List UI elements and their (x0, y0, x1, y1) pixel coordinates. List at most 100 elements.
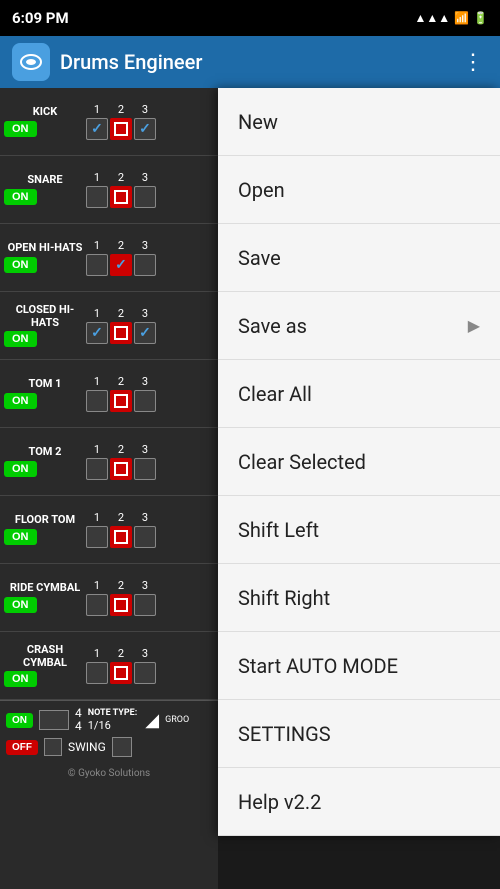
openhihat-beat-3[interactable] (134, 254, 156, 276)
save-as-arrow: ▶ (468, 316, 480, 335)
menu-item-save[interactable]: Save (218, 224, 500, 292)
ridecymbal-beat-3[interactable] (134, 594, 156, 616)
snare-beat-2[interactable] (110, 186, 132, 208)
tom1-beat-1[interactable] (86, 390, 108, 412)
app-logo (12, 43, 50, 81)
beat-num: 2 (110, 239, 132, 252)
menu-item-settings-label: SETTINGS (238, 722, 331, 746)
beat-num: 2 (110, 103, 132, 116)
drum-row-ride-cymbal: RIDE CYMBAL ON 1 2 3 (0, 564, 218, 632)
kick-name: KICK (4, 106, 86, 118)
crashcymbal-beat-1[interactable] (86, 662, 108, 684)
drum-row-tom2: TOM 2 ON 1 2 3 (0, 428, 218, 496)
snare-beat-1[interactable] (86, 186, 108, 208)
drum-label-kick: KICK ON (4, 106, 86, 136)
tom2-beat-1[interactable] (86, 458, 108, 480)
drum-label-tom2: TOM 2 ON (4, 446, 86, 476)
beat-num: 3 (134, 103, 156, 116)
tom1-beat-3[interactable] (134, 390, 156, 412)
battery-icon: 🔋 (473, 11, 488, 25)
openhihat-beat-1[interactable] (86, 254, 108, 276)
time-sig-bottom: 4 (75, 720, 82, 733)
ride-cymbal-on-button[interactable]: ON (4, 597, 37, 613)
swing-value-checkbox[interactable] (112, 737, 132, 757)
closedhihat-beat-1[interactable]: ✓ (86, 322, 108, 344)
tom2-on-button[interactable]: ON (4, 461, 37, 477)
closedhihat-beat-2[interactable] (110, 322, 132, 344)
menu-item-settings[interactable]: SETTINGS (218, 700, 500, 768)
bottom-controls: ON 4 4 NOTE TYPE: 1/16 ◢ GROO OFF SWING (0, 700, 218, 784)
ridecymbal-beat-1[interactable] (86, 594, 108, 616)
closed-hihats-name: CLOSED HI-HATS (4, 304, 86, 328)
kick-beat-3[interactable]: ✓ (134, 118, 156, 140)
menu-item-clear-all[interactable]: Clear All (218, 360, 500, 428)
swing-row: OFF SWING (6, 737, 212, 757)
ridecymbal-beat-2[interactable] (110, 594, 132, 616)
menu-item-save-as[interactable]: Save as ▶ (218, 292, 500, 360)
beat-num: 3 (134, 307, 156, 320)
note-type-label: NOTE TYPE: (88, 708, 138, 718)
status-bar: 6:09 PM ▲▲▲ 📶 🔋 (0, 0, 500, 36)
menu-item-new[interactable]: New (218, 88, 500, 156)
menu-item-open-label: Open (238, 178, 285, 202)
dropdown-menu: New Open Save Save as ▶ Clear All Clear … (218, 88, 500, 836)
playback-off-button[interactable]: OFF (6, 740, 38, 755)
ride-cymbal-beats: 1 2 3 (86, 579, 214, 616)
beat-num: 3 (134, 239, 156, 252)
menu-item-help[interactable]: Help v2.2 (218, 768, 500, 836)
floor-tom-on-button[interactable]: ON (4, 529, 37, 545)
beat-num: 1 (86, 307, 108, 320)
floortom-beat-3[interactable] (134, 526, 156, 548)
drum-label-closed-hihats: CLOSED HI-HATS ON (4, 304, 86, 346)
menu-item-clear-selected[interactable]: Clear Selected (218, 428, 500, 496)
menu-item-shift-left[interactable]: Shift Left (218, 496, 500, 564)
drum-label-crash-cymbal: CRASH CYMBAL ON (4, 644, 86, 686)
crash-cymbal-on-button[interactable]: ON (4, 671, 37, 687)
drum-label-ride-cymbal: RIDE CYMBAL ON (4, 582, 86, 612)
floortom-beat-2[interactable] (110, 526, 132, 548)
crash-cymbal-name: CRASH CYMBAL (4, 644, 86, 668)
note-type-value: 1/16 (88, 719, 111, 732)
menu-item-open[interactable]: Open (218, 156, 500, 224)
floor-tom-name: FLOOR TOM (4, 514, 86, 526)
playback-on-button[interactable]: ON (6, 713, 33, 728)
floortom-beat-1[interactable] (86, 526, 108, 548)
snare-beat-3[interactable] (134, 186, 156, 208)
drum-label-floor-tom: FLOOR TOM ON (4, 514, 86, 544)
closed-hihats-on-button[interactable]: ON (4, 331, 37, 347)
snare-name: SNARE (4, 174, 86, 186)
tom2-beats: 1 2 3 (86, 443, 214, 480)
copyright-area: © Gyoko Solutions (6, 761, 212, 780)
drum-label-tom1: TOM 1 ON (4, 378, 86, 408)
tom2-beat-3[interactable] (134, 458, 156, 480)
crash-cymbal-beats: 1 2 3 (86, 647, 214, 684)
crashcymbal-beat-2[interactable] (110, 662, 132, 684)
header-menu-button[interactable]: ⋮ (458, 46, 488, 79)
tom1-on-button[interactable]: ON (4, 393, 37, 409)
kick-beat-2[interactable] (110, 118, 132, 140)
menu-item-shift-right[interactable]: Shift Right (218, 564, 500, 632)
playback-checkbox[interactable] (39, 710, 69, 730)
tom2-beat-2[interactable] (110, 458, 132, 480)
menu-item-clear-selected-label: Clear Selected (238, 450, 366, 474)
snare-on-button[interactable]: ON (4, 189, 37, 205)
menu-item-shift-right-label: Shift Right (238, 586, 330, 610)
tom1-beat-2[interactable] (110, 390, 132, 412)
closedhihat-beat-3[interactable]: ✓ (134, 322, 156, 344)
kick-beat-1[interactable]: ✓ (86, 118, 108, 140)
openhihat-beat-2[interactable]: ✓ (110, 254, 132, 276)
beat-num: 1 (86, 375, 108, 388)
open-hihats-on-button[interactable]: ON (4, 257, 37, 273)
drum-row-open-hihats: OPEN HI-HATS ON 1 2 ✓ 3 (0, 224, 218, 292)
drum-row-snare: SNARE ON 1 2 3 (0, 156, 218, 224)
beat-num: 2 (110, 579, 132, 592)
menu-item-start-auto-mode[interactable]: Start AUTO MODE (218, 632, 500, 700)
tom1-name: TOM 1 (4, 378, 86, 390)
swing-checkbox[interactable] (44, 738, 62, 756)
open-hihats-name: OPEN HI-HATS (4, 242, 86, 254)
swing-label: SWING (68, 740, 106, 754)
status-time: 6:09 PM (12, 9, 69, 27)
kick-on-button[interactable]: ON (4, 121, 37, 137)
drum-panel: KICK ON 1 ✓ 2 3 ✓ SNARE (0, 88, 218, 889)
crashcymbal-beat-3[interactable] (134, 662, 156, 684)
